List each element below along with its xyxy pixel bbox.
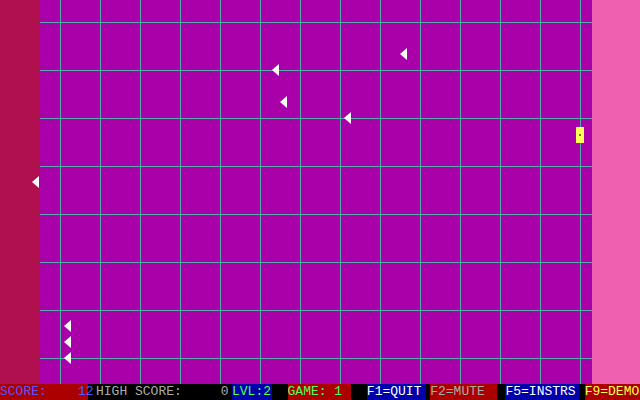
left-wall	[0, 0, 40, 384]
status-segment[interactable]: F2=MUTE	[430, 384, 497, 400]
status-segment: HIGH SCORE: 0	[96, 384, 224, 400]
arrow-enemy-icon	[400, 48, 408, 60]
arrow-enemy-icon	[64, 352, 72, 364]
right-wall	[592, 0, 640, 384]
status-segment[interactable]: F1=QUIT	[367, 384, 426, 400]
arrow-enemy-icon	[64, 336, 72, 348]
status-bar: SCORE: 12 HIGH SCORE: 0 LVL:2 GAME: 1 F1=QUI…	[0, 384, 640, 400]
ship-player-icon	[576, 127, 584, 143]
arrow-enemy-icon	[280, 96, 288, 108]
status-segment[interactable]: F9=DEMO	[585, 384, 640, 400]
status-segment: GAME: 1	[288, 384, 351, 400]
playfield	[40, 0, 592, 384]
arrow-enemy-icon	[272, 64, 280, 76]
arrow-enemy-icon	[344, 112, 352, 124]
game-screen: SCORE: 12 HIGH SCORE: 0 LVL:2 GAME: 1 F1=QUI…	[0, 0, 640, 400]
play-area	[0, 0, 640, 384]
grid-icon	[40, 0, 592, 384]
status-segment: SCORE: 12	[0, 384, 88, 400]
status-segment: LVL:2	[232, 384, 272, 400]
status-segment[interactable]: F5=INSTRS	[505, 384, 578, 400]
arrow-enemy-icon	[64, 320, 72, 332]
arrow-enemy-icon	[32, 176, 40, 188]
